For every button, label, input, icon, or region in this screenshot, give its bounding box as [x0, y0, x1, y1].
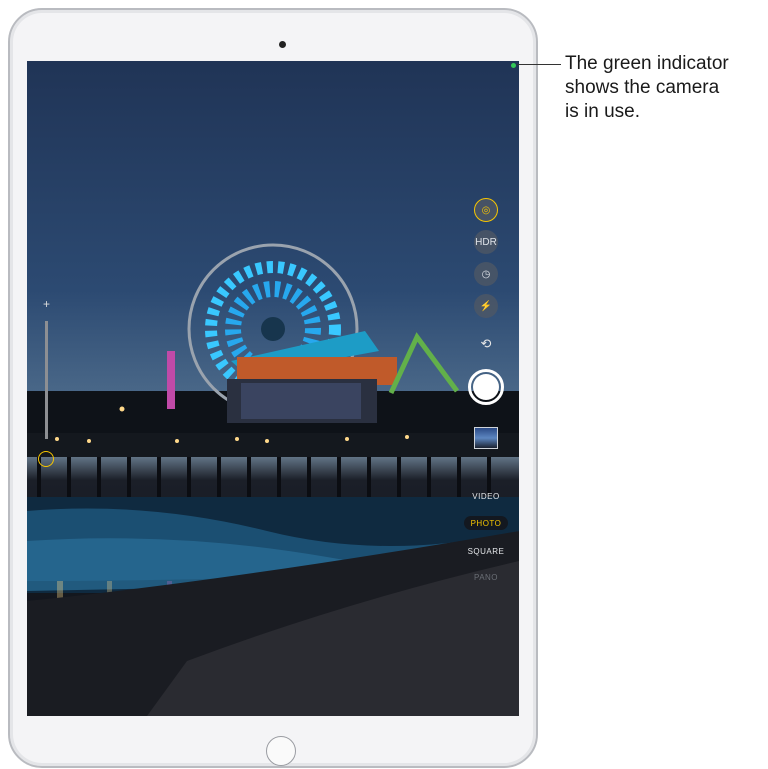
flash-icon[interactable]: ⚡	[474, 294, 498, 318]
callout-line-3: is in use.	[565, 101, 640, 122]
callout-line-2: shows the camera	[565, 77, 720, 98]
zoom-plus-label: +	[43, 297, 51, 311]
mode-square[interactable]: SQUARE	[456, 547, 516, 556]
focus-indicator	[38, 451, 54, 467]
live-photo-icon[interactable]: ◎	[474, 198, 498, 222]
hdr-button[interactable]: HDR	[474, 230, 498, 254]
callout-line-1: The green indicator	[565, 53, 729, 74]
mode-video[interactable]: VIDEO	[456, 492, 516, 501]
home-button[interactable]	[266, 736, 296, 766]
scene-image	[27, 243, 519, 716]
photo-thumbnail[interactable]	[474, 427, 498, 449]
camera-viewfinder[interactable]: + ◎ HDR ◷ ⚡ ⟲ VIDEO PHOTO SQUARE PANO	[27, 61, 519, 716]
zoom-slider[interactable]	[45, 321, 48, 439]
mode-pano[interactable]: PANO	[456, 573, 516, 582]
mode-photo[interactable]: PHOTO	[456, 519, 516, 528]
front-camera	[279, 41, 286, 48]
callout-leader-line	[517, 64, 561, 65]
timer-icon[interactable]: ◷	[474, 262, 498, 286]
shutter-button[interactable]	[468, 369, 504, 405]
camera-in-use-indicator	[511, 63, 516, 68]
pier-pilings	[37, 457, 491, 501]
camera-flip-icon[interactable]: ⟲	[475, 336, 497, 352]
callout-text: The green indicator shows the camera is …	[565, 52, 765, 124]
